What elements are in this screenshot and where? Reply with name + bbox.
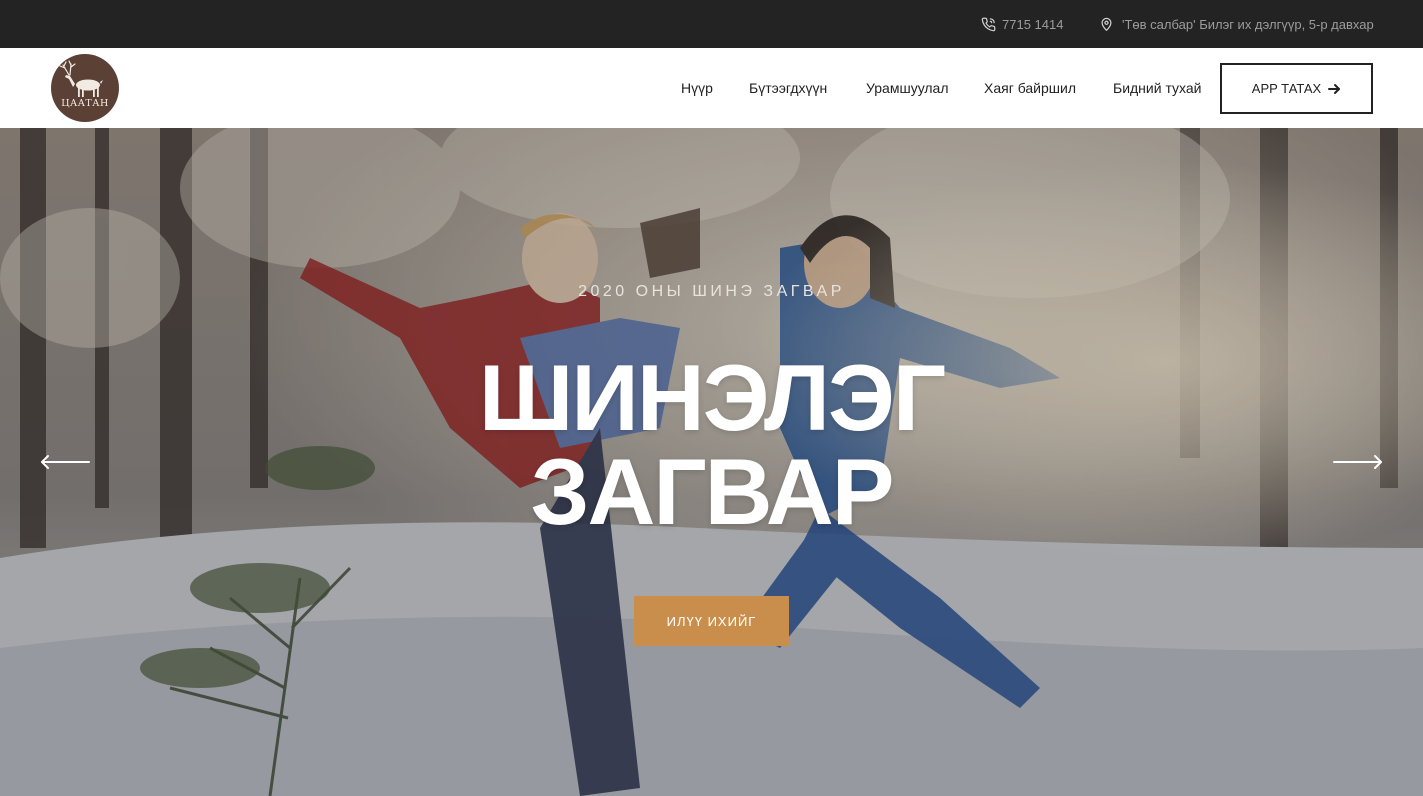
nav-item-locations[interactable]: Хаяг байршил [984, 48, 1076, 128]
location-pin-icon [1101, 17, 1112, 31]
arrow-left-icon [41, 455, 90, 469]
hero-subtitle: 2020 ОНЫ ШИНЭ ЗАГВАР [578, 283, 845, 300]
hero-title-line-1: ШИНЭЛЭГ [478, 345, 946, 450]
nav-item-promotions[interactable]: Урамшуулал [866, 48, 949, 128]
app-download-label: APP ТАТАХ [1251, 81, 1322, 96]
nav-item-products[interactable]: Бүтээгдхүүн [749, 48, 827, 128]
main-header: ЦААТАН Нүүр Бүтээгдхүүн Урамшуулал Хаяг … [0, 48, 1423, 128]
slider-prev-button[interactable] [39, 450, 91, 474]
brand-logo[interactable]: ЦААТАН [51, 54, 119, 122]
phone-number: 7715 1414 [1002, 16, 1064, 32]
hero-cta-button[interactable]: ИЛҮҮ ИХИЙГ [634, 596, 789, 646]
hero-title-line-2: ЗАГВАР [530, 439, 895, 544]
app-download-button[interactable]: APP ТАТАХ [1220, 63, 1373, 114]
hero-title: ШИНЭЛЭГ ЗАГВАР [0, 351, 1423, 539]
phone-icon [981, 17, 996, 31]
arrow-right-icon [1328, 83, 1341, 94]
reindeer-logo-icon [59, 60, 103, 97]
phone-contact[interactable]: 7715 1414 [981, 0, 1063, 48]
logo-wordmark: ЦААТАН [61, 98, 109, 109]
slider-next-button[interactable] [1332, 450, 1384, 474]
address-contact[interactable]: 'Төв салбар' Билэг их дэлгүүр, 5-р давха… [1099, 0, 1374, 48]
arrow-right-long-icon [1333, 455, 1382, 469]
top-info-bar: 7715 1414 'Төв салбар' Билэг их дэлгүүр,… [0, 0, 1423, 48]
nav-item-home[interactable]: Нүүр [681, 48, 713, 128]
hero-slider: 2020 ОНЫ ШИНЭ ЗАГВАР ШИНЭЛЭГ ЗАГВАР ИЛҮҮ… [0, 128, 1423, 796]
nav-item-about[interactable]: Бидний тухай [1113, 48, 1201, 128]
address-text: 'Төв салбар' Билэг их дэлгүүр, 5-р давха… [1122, 16, 1374, 32]
